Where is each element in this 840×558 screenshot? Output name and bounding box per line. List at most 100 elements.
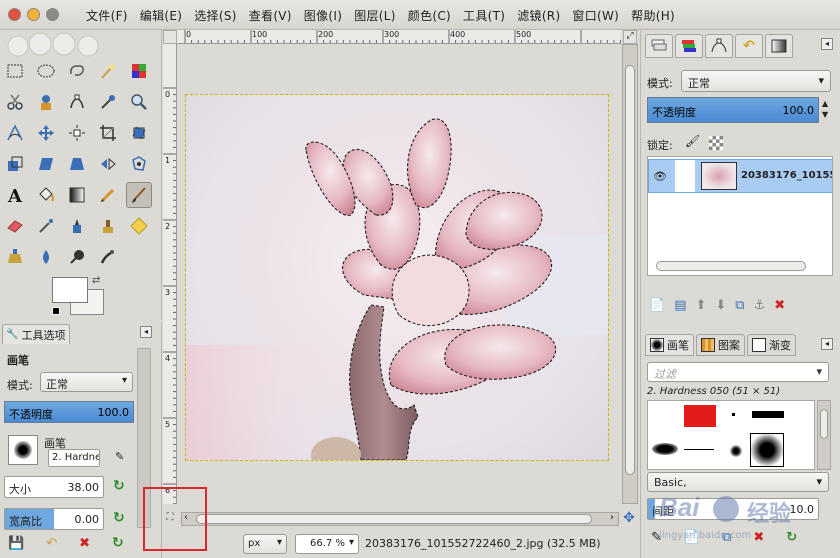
- zoom-select[interactable]: 66.7 % ▾: [295, 534, 359, 554]
- opacity-spin-icon[interactable]: ▲ ▼: [822, 98, 828, 120]
- layer-row[interactable]: 👁 20383176_1015527: [648, 159, 832, 193]
- vertical-scrollbar[interactable]: [622, 44, 638, 504]
- aspect-field[interactable]: 宽高比 0.00: [4, 508, 104, 530]
- brushes-grid[interactable]: [647, 400, 815, 470]
- dock-menu-icon[interactable]: ◂: [821, 38, 833, 50]
- rect-select-icon[interactable]: [2, 58, 28, 84]
- size-reset-icon[interactable]: ↻: [113, 478, 125, 494]
- edit-brush-icon[interactable]: ✎: [115, 450, 124, 463]
- move-icon[interactable]: [33, 120, 59, 146]
- dodge-icon[interactable]: [64, 244, 90, 270]
- new-layer-group-icon[interactable]: ▤: [674, 298, 686, 313]
- canvas-area[interactable]: [178, 45, 620, 504]
- lower-layer-icon[interactable]: ⬇: [715, 298, 726, 313]
- close-window-button[interactable]: [8, 8, 21, 21]
- zoom-icon[interactable]: [126, 89, 152, 115]
- menu-image[interactable]: 图像(I): [298, 7, 348, 24]
- navigation-icon[interactable]: ✥: [621, 511, 637, 526]
- perspective-icon[interactable]: [64, 151, 90, 177]
- restore-options-icon[interactable]: ↶: [46, 536, 57, 551]
- brush-preview[interactable]: [8, 435, 38, 465]
- brush-filter-select[interactable]: 过滤 ▾: [647, 362, 829, 382]
- menu-select[interactable]: 选择(S): [188, 7, 242, 24]
- zoom-window-icon[interactable]: ⤢: [623, 30, 637, 44]
- delete-layer-icon[interactable]: ✖: [774, 298, 785, 313]
- flip-icon[interactable]: [95, 151, 121, 177]
- clone-icon[interactable]: [95, 213, 121, 239]
- menu-filters[interactable]: 滤镜(R): [511, 7, 566, 24]
- blend-icon[interactable]: [64, 182, 90, 208]
- lock-alpha-icon[interactable]: [709, 136, 723, 150]
- crop-icon[interactable]: [95, 120, 121, 146]
- align-icon[interactable]: [64, 120, 90, 146]
- horizontal-ruler[interactable]: 0 100 200 300 400 500: [177, 30, 621, 44]
- new-layer-icon[interactable]: 📄: [649, 298, 665, 313]
- quick-mask-corner[interactable]: [163, 30, 177, 44]
- maximize-window-button[interactable]: [46, 8, 59, 21]
- fuzzy-select-icon[interactable]: [95, 58, 121, 84]
- blur-icon[interactable]: [33, 244, 59, 270]
- menu-view[interactable]: 查看(V): [243, 7, 298, 24]
- foreground-color-swatch[interactable]: [52, 277, 88, 303]
- chain-slot[interactable]: [675, 160, 695, 192]
- perspective-clone-icon[interactable]: [2, 244, 28, 270]
- paths-icon[interactable]: [64, 89, 90, 115]
- airbrush-icon[interactable]: [33, 213, 59, 239]
- anchor-layer-icon[interactable]: ⚓: [754, 298, 766, 313]
- menu-windows[interactable]: 窗口(W): [566, 7, 625, 24]
- brush-dot-small[interactable]: [730, 445, 742, 457]
- menu-edit[interactable]: 编辑(E): [134, 7, 188, 24]
- undo-history-tab-icon[interactable]: ↶: [735, 34, 763, 58]
- minimize-window-button[interactable]: [27, 8, 40, 21]
- color-picker-icon[interactable]: [95, 89, 121, 115]
- rotate-icon[interactable]: [126, 120, 152, 146]
- menu-file[interactable]: 文件(F): [80, 7, 134, 24]
- mode-select[interactable]: 正常 ▾: [40, 372, 133, 392]
- layers-tab-icon[interactable]: [645, 34, 673, 58]
- menu-help[interactable]: 帮助(H): [625, 7, 681, 24]
- brush-preset-select[interactable]: Basic, ▾: [647, 472, 829, 492]
- brush-red-square[interactable]: [684, 405, 716, 427]
- scissors-icon[interactable]: [2, 89, 28, 115]
- brushes-scrollbar[interactable]: [817, 400, 831, 470]
- panel-menu-icon[interactable]: ◂: [140, 326, 152, 338]
- layer-opacity-slider[interactable]: 不透明度 100.0: [647, 97, 819, 123]
- layer-mode-select[interactable]: 正常 ▾: [681, 70, 831, 92]
- heal-icon[interactable]: [126, 213, 152, 239]
- brush-line[interactable]: [684, 449, 714, 450]
- free-select-icon[interactable]: [64, 58, 90, 84]
- default-colors-icon[interactable]: [52, 307, 60, 315]
- foreground-select-icon[interactable]: [33, 89, 59, 115]
- menu-layer[interactable]: 图层(L): [348, 7, 402, 24]
- pencil-icon[interactable]: [95, 182, 121, 208]
- visibility-eye-icon[interactable]: 👁: [653, 170, 667, 183]
- size-field[interactable]: 大小 38.00: [4, 476, 104, 498]
- aspect-reset-icon[interactable]: ↻: [113, 510, 125, 526]
- smudge-icon[interactable]: [95, 244, 121, 270]
- cage-icon[interactable]: [126, 151, 152, 177]
- scale-icon[interactable]: [2, 151, 28, 177]
- ellipse-select-icon[interactable]: [33, 58, 59, 84]
- reset-options-icon[interactable]: ↻: [112, 535, 124, 551]
- shear-icon[interactable]: [33, 151, 59, 177]
- duplicate-layer-icon[interactable]: ⧉: [735, 298, 744, 313]
- layers-hscroll[interactable]: [656, 261, 806, 271]
- bucket-fill-icon[interactable]: [33, 182, 59, 208]
- raise-layer-icon[interactable]: ⬆: [695, 298, 706, 313]
- brush-name-field[interactable]: 2. Hardnes: [48, 449, 100, 467]
- brush-splat[interactable]: [652, 443, 678, 455]
- image-canvas[interactable]: [185, 94, 609, 461]
- patterns-tab[interactable]: 图案: [696, 334, 745, 356]
- measure-icon[interactable]: [2, 120, 28, 146]
- eraser-icon[interactable]: [2, 213, 28, 239]
- brushes-tab[interactable]: 画笔: [645, 334, 694, 356]
- gradients-tab[interactable]: 渐变: [747, 334, 796, 356]
- gradient-tab-icon[interactable]: [765, 34, 793, 58]
- fg-bg-colors[interactable]: ⇄: [52, 275, 104, 317]
- text-icon[interactable]: A: [2, 182, 28, 208]
- layer-name[interactable]: 20383176_1015527: [741, 170, 832, 181]
- tool-options-tab[interactable]: 🔧 工具选项: [2, 324, 70, 344]
- paths-tab-icon[interactable]: [705, 34, 733, 58]
- menu-tools[interactable]: 工具(T): [457, 7, 511, 24]
- swap-colors-icon[interactable]: ⇄: [92, 275, 100, 286]
